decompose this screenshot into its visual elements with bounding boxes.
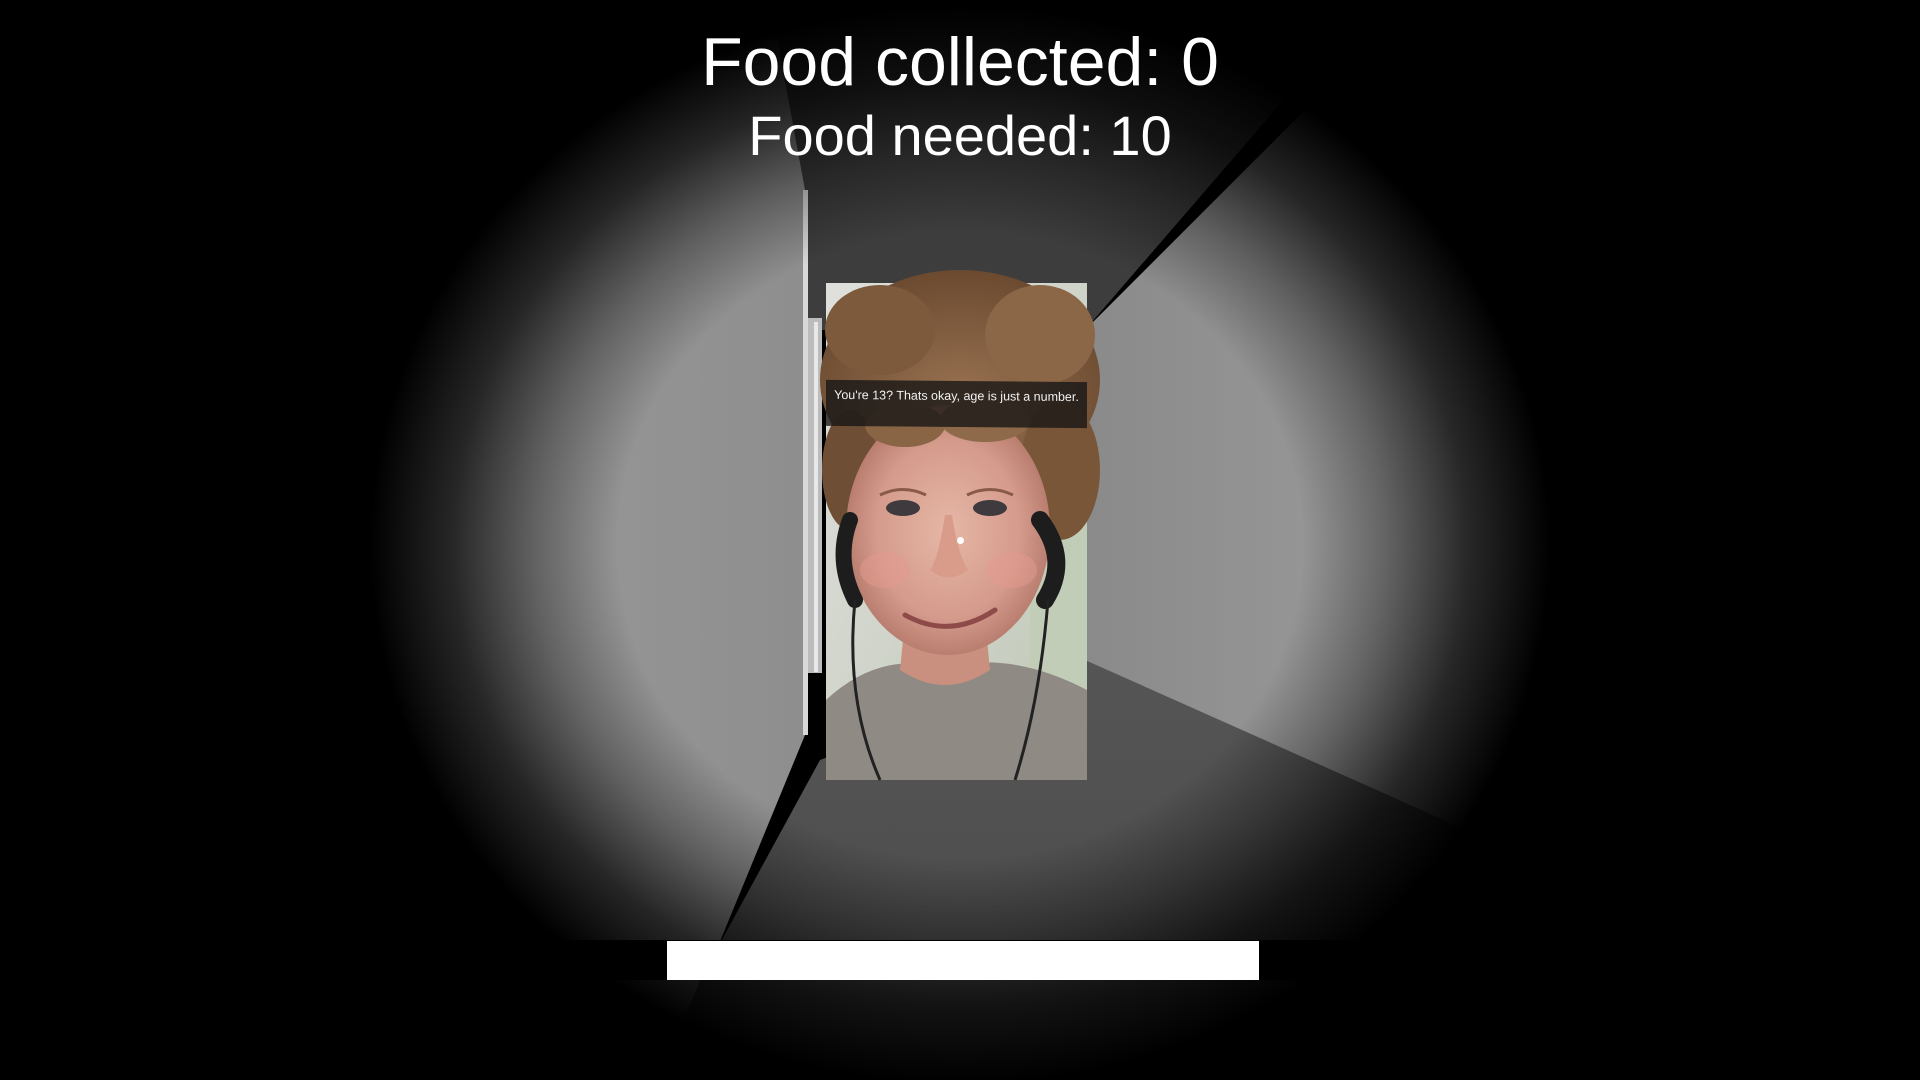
poster-frame: You're 13? Thats okay, age is just a num… <box>826 282 1087 781</box>
game-viewport[interactable]: You're 13? Thats okay, age is just a num… <box>0 0 1920 1080</box>
crosshair-icon <box>957 537 964 544</box>
food-needed-counter: Food needed: 10 <box>748 104 1172 167</box>
panel-edge-outer <box>803 190 808 735</box>
floor-lower <box>660 980 1500 1080</box>
poster-caption: You're 13? Thats okay, age is just a num… <box>826 379 1087 429</box>
stamina-bar-fill <box>667 941 1259 980</box>
panel-edge-shadow <box>814 322 818 672</box>
food-collected-counter: Food collected: 0 <box>701 24 1219 100</box>
